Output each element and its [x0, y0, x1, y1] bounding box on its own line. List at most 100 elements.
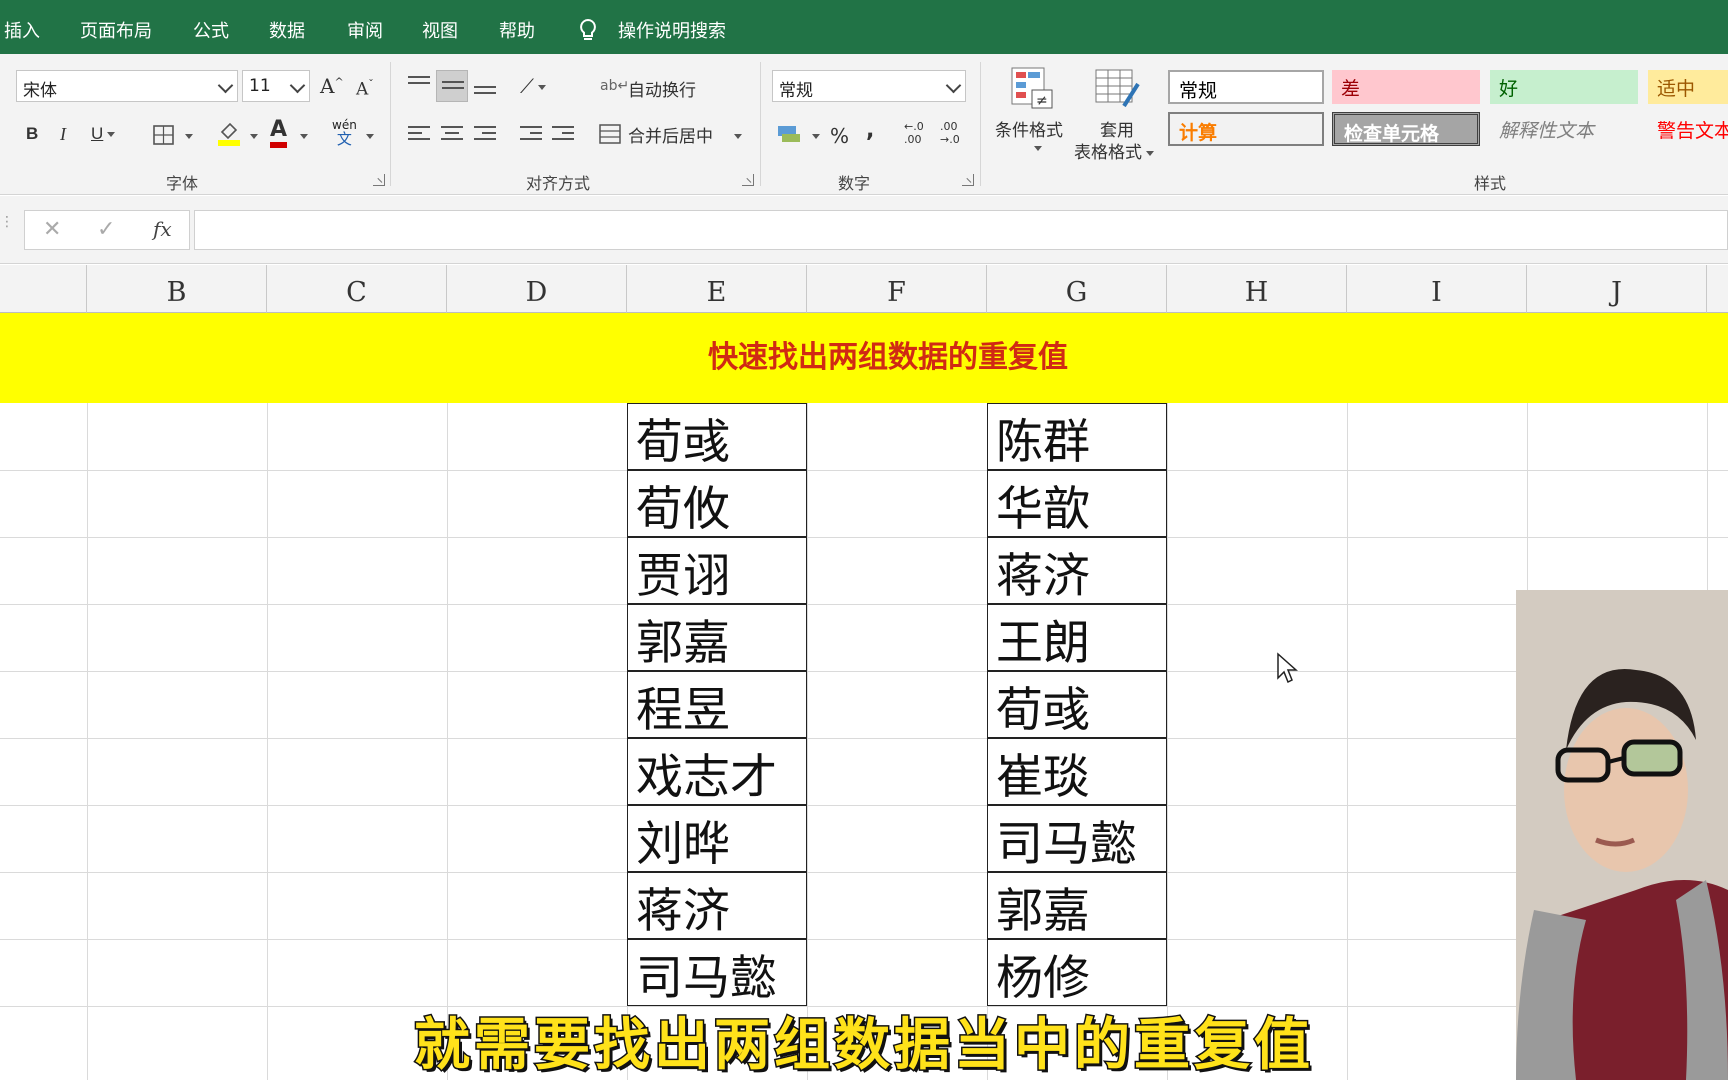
- group1-cell[interactable]: 刘晔: [627, 805, 807, 872]
- tab-view[interactable]: 视图: [422, 17, 458, 43]
- lightbulb-icon[interactable]: [577, 18, 599, 44]
- style-warning[interactable]: 警告文本: [1648, 112, 1728, 146]
- style-bad[interactable]: 差: [1332, 70, 1480, 104]
- style-explanatory[interactable]: 解释性文本: [1490, 112, 1638, 146]
- align-center-icon[interactable]: [441, 126, 463, 144]
- align-top-icon[interactable]: [408, 76, 430, 94]
- accounting-dropdown-icon[interactable]: [812, 134, 820, 139]
- decrease-indent-icon[interactable]: [520, 126, 542, 144]
- group-divider: [980, 62, 981, 186]
- group1-cell[interactable]: 荀攸: [627, 470, 807, 537]
- merge-dropdown-icon[interactable]: [734, 134, 742, 139]
- italic-button[interactable]: I: [60, 124, 66, 145]
- style-neutral[interactable]: 适中: [1648, 70, 1728, 104]
- tell-me-search[interactable]: 操作说明搜索: [618, 17, 726, 43]
- worksheet-grid[interactable]: 快速找出两组数据的重复值 荀彧 荀攸 贾诩 郭嘉 程昱 戏志才 刘晔 蒋济 司马…: [0, 313, 1728, 1080]
- group2-cell[interactable]: 王朗: [987, 604, 1167, 671]
- alignment-group-label: 对齐方式: [526, 174, 591, 193]
- group2-cell[interactable]: 陈群: [987, 403, 1167, 470]
- align-bottom-icon[interactable]: [474, 86, 496, 104]
- column-header-a[interactable]: [0, 265, 87, 313]
- format-as-table-icon: [1095, 69, 1140, 108]
- fill-color-dropdown-icon[interactable]: [250, 134, 258, 139]
- insert-function-icon[interactable]: fx: [153, 217, 172, 241]
- phonetic-guide-button[interactable]: wén 文: [332, 118, 357, 147]
- tab-formulas[interactable]: 公式: [193, 17, 229, 43]
- column-header[interactable]: E: [627, 265, 807, 313]
- column-header[interactable]: C: [267, 265, 447, 313]
- enter-icon[interactable]: ✓: [97, 217, 115, 242]
- tab-page-layout[interactable]: 页面布局: [80, 17, 152, 43]
- style-normal[interactable]: 常规: [1168, 70, 1324, 104]
- merge-center-button[interactable]: 合并后居中: [628, 122, 713, 147]
- column-header[interactable]: J: [1527, 265, 1707, 313]
- conditional-format-button[interactable]: 条件格式: [995, 116, 1063, 141]
- comma-style-button[interactable]: ,: [866, 118, 874, 143]
- group2-cell[interactable]: 郭嘉: [987, 872, 1167, 939]
- gridline: [0, 671, 1728, 672]
- shrink-font-button[interactable]: Aˇ: [356, 78, 374, 100]
- font-color-dropdown-icon[interactable]: [300, 134, 308, 139]
- format-as-table-button[interactable]: 表格格式: [1074, 138, 1154, 163]
- group1-cell[interactable]: 蒋济: [627, 872, 807, 939]
- column-header[interactable]: B: [87, 265, 267, 313]
- tab-data[interactable]: 数据: [269, 17, 305, 43]
- gridline: [0, 872, 1728, 873]
- column-header[interactable]: G: [987, 265, 1167, 313]
- number-format-combo[interactable]: 常规: [772, 70, 966, 102]
- font-size-combo[interactable]: 11: [242, 70, 310, 102]
- orientation-button[interactable]: ⟋: [520, 74, 546, 98]
- group1-cell[interactable]: 程昱: [627, 671, 807, 738]
- borders-icon[interactable]: [152, 124, 176, 146]
- font-color-button[interactable]: A: [270, 118, 288, 148]
- increase-decimal-bottom: .00: [904, 133, 922, 146]
- formula-input[interactable]: [194, 210, 1728, 250]
- chevron-down-icon: [289, 77, 306, 94]
- title-merged-cell[interactable]: 快速找出两组数据的重复值: [0, 313, 1728, 403]
- group2-cell[interactable]: 司马懿: [987, 805, 1167, 872]
- column-header[interactable]: F: [807, 265, 987, 313]
- group2-cell[interactable]: 蒋济: [987, 537, 1167, 604]
- column-header[interactable]: H: [1167, 265, 1347, 313]
- wrap-text-button[interactable]: 自动换行: [628, 76, 696, 101]
- style-check-cell[interactable]: 检查单元格: [1332, 112, 1480, 146]
- style-good[interactable]: 好: [1490, 70, 1638, 104]
- align-middle-button[interactable]: [436, 70, 468, 102]
- column-header[interactable]: I: [1347, 265, 1527, 313]
- group2-cell[interactable]: 华歆: [987, 470, 1167, 537]
- group2-cell[interactable]: 荀彧: [987, 671, 1167, 738]
- group1-cell[interactable]: 司马懿: [627, 939, 807, 1006]
- fill-color-icon[interactable]: [216, 118, 242, 148]
- decrease-decimal-button[interactable]: .00 →.0: [940, 120, 960, 146]
- group2-cell[interactable]: 杨修: [987, 939, 1167, 1006]
- group1-cell[interactable]: 郭嘉: [627, 604, 807, 671]
- increase-decimal-button[interactable]: ←.0 .00: [904, 120, 924, 146]
- group1-cell[interactable]: 贾诩: [627, 537, 807, 604]
- alignment-dialog-launcher[interactable]: [742, 174, 754, 186]
- align-right-icon[interactable]: [474, 126, 496, 144]
- group2-cell[interactable]: 崔琰: [987, 738, 1167, 805]
- borders-dropdown-icon[interactable]: [185, 134, 193, 139]
- group1-cell[interactable]: 荀彧: [627, 403, 807, 470]
- align-left-icon[interactable]: [408, 126, 430, 144]
- tab-help[interactable]: 帮助: [499, 17, 535, 43]
- accounting-format-icon[interactable]: [776, 122, 802, 146]
- increase-indent-icon[interactable]: [552, 126, 574, 144]
- tab-insert[interactable]: 插入: [4, 17, 40, 43]
- column-header[interactable]: D: [447, 265, 627, 313]
- gridline: [0, 604, 1728, 605]
- decrease-decimal-bottom: →.0: [940, 133, 960, 146]
- phonetic-dropdown-icon[interactable]: [366, 134, 374, 139]
- cancel-icon[interactable]: ✕: [43, 217, 61, 242]
- conditional-format-dropdown-icon[interactable]: [1034, 146, 1042, 151]
- bold-button[interactable]: B: [26, 124, 38, 144]
- style-calculation[interactable]: 计算: [1168, 112, 1324, 146]
- font-name-combo[interactable]: 宋体: [16, 70, 238, 102]
- number-dialog-launcher[interactable]: [962, 174, 974, 186]
- percent-style-button[interactable]: %: [830, 124, 849, 148]
- tab-review[interactable]: 审阅: [347, 17, 383, 43]
- grow-font-button[interactable]: A^: [320, 74, 344, 98]
- group1-cell[interactable]: 戏志才: [627, 738, 807, 805]
- font-dialog-launcher[interactable]: [373, 174, 385, 186]
- underline-button[interactable]: U: [91, 124, 116, 144]
